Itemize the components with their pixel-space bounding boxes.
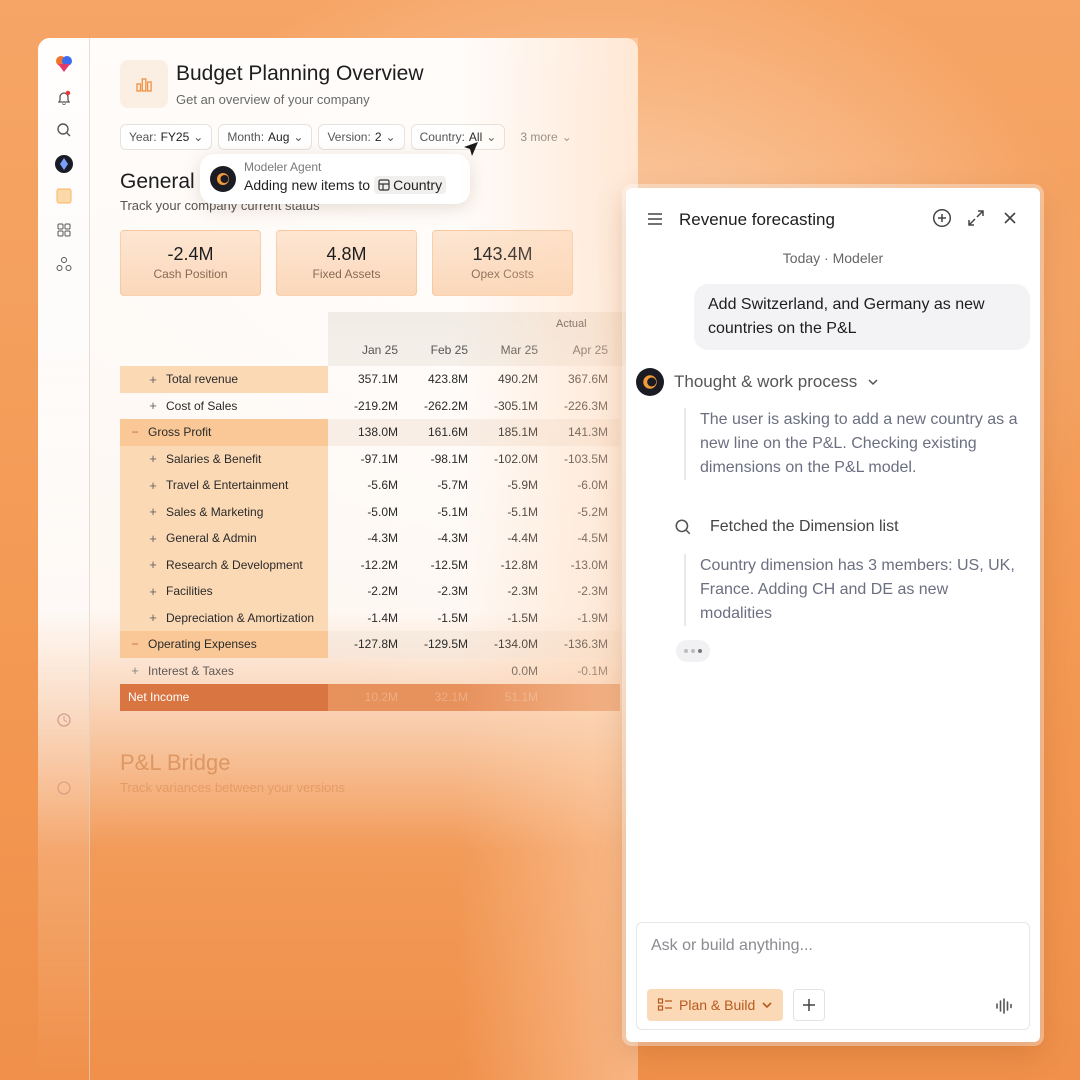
chevron-down-icon: ⌄ [486, 130, 497, 144]
result-text: Country dimension has 3 members: US, UK,… [684, 554, 1024, 626]
general-section-title: General [120, 170, 195, 193]
chat-date: Today · Modeler [782, 250, 884, 266]
thought-text: The user is asking to add a new country … [684, 408, 1024, 480]
table-row[interactable]: + Travel & Entertainment -5.6M -5.7M -5.9M -6… [120, 472, 620, 499]
nav-rail [38, 38, 90, 1080]
chat-header: Revenue forecasting [626, 188, 1040, 250]
expand-icon: + [149, 504, 157, 520]
menu-icon[interactable] [646, 210, 664, 228]
chat-title: Revenue forecasting [679, 210, 835, 229]
table-row[interactable]: + Interest & Taxes 0.0M -0.1M [120, 658, 620, 685]
chevron-down-icon: ⌄ [561, 130, 572, 144]
chat-input[interactable] [651, 937, 1011, 955]
filter-year[interactable]: Year: FY25 ⌄ [120, 124, 213, 150]
chevron-down-icon: ⌄ [385, 130, 396, 144]
pl-header [328, 312, 638, 366]
page-subtitle: Get an overview of your company [176, 92, 370, 107]
table-row[interactable]: + Salaries & Benefit -97.1M -98.1M -102.0M -1… [120, 445, 620, 472]
expand-icon: + [149, 371, 157, 387]
chevron-down-icon [868, 379, 878, 386]
add-attachment-button[interactable] [793, 989, 825, 1021]
pl-header-actual: Actual [556, 318, 587, 330]
table-row[interactable]: + Facilities -2.2M -2.3M -2.3M -2.3M [120, 578, 620, 605]
chevron-down-icon: ⌄ [193, 130, 204, 144]
table-row[interactable]: Net Income 10.2M 32.1M 51.1M [120, 684, 620, 711]
kpi-card[interactable]: -2.4M Cash Position [120, 230, 261, 296]
table-row[interactable]: + Research & Development -12.2M -12.5M -12.8… [120, 551, 620, 578]
filter-country[interactable]: Country: All ⌄ [410, 124, 506, 150]
expand-icon: + [131, 663, 139, 679]
expand-icon: + [149, 583, 157, 599]
typing-indicator [676, 640, 710, 662]
notification-bell-icon[interactable] [54, 88, 74, 108]
sheet-icon[interactable] [54, 186, 74, 206]
cursor-icon [464, 142, 478, 156]
chevron-down-icon: ⌄ [293, 130, 304, 144]
apps-grid-icon[interactable] [54, 220, 74, 240]
help-icon[interactable] [54, 778, 74, 798]
expand-icon: + [149, 557, 157, 573]
chevron-down-icon [762, 1002, 772, 1009]
filter-version[interactable]: Version: 2 ⌄ [318, 124, 405, 150]
close-icon[interactable] [1000, 208, 1020, 228]
modeler-agent-tooltip: Modeler Agent Adding new items to Countr… [200, 154, 470, 204]
checklist-icon [657, 998, 672, 1011]
modeler-agent-icon[interactable] [54, 154, 74, 174]
kpi-row: -2.4M Cash Position 4.8M Fixed Assets 143.… [120, 230, 573, 296]
app-logo-icon[interactable] [54, 54, 74, 74]
chat-composer: Plan & Build [636, 922, 1030, 1030]
agent-message: Adding new items to Country [244, 176, 460, 194]
search-icon [675, 519, 691, 535]
fetch-step: Fetched the Dimension list [674, 518, 899, 536]
search-icon[interactable] [54, 120, 74, 140]
pl-month-headers: Jan 25 Feb 25 Mar 25 Apr 25 [361, 343, 608, 357]
bridge-section-title: P&L Bridge [120, 750, 231, 775]
expand-icon: + [149, 398, 157, 414]
history-icon[interactable] [54, 710, 74, 730]
thought-label: Thought & work process [674, 372, 858, 391]
network-icon[interactable] [54, 254, 74, 274]
new-chat-plus-icon[interactable] [932, 208, 952, 228]
agent-avatar-icon [210, 166, 236, 192]
chat-panel: Revenue forecasting Today · Modeler Add … [626, 188, 1040, 1042]
agent-name: Modeler Agent [244, 160, 322, 174]
expand-icon[interactable] [966, 208, 986, 228]
collapse-icon: − [131, 637, 139, 652]
table-row[interactable]: + General & Admin -4.3M -4.3M -4.4M -4.5M [120, 525, 620, 552]
dimension-icon [378, 179, 390, 191]
filter-month[interactable]: Month: Aug ⌄ [218, 124, 313, 150]
app-window: Budget Planning Overview Get an overview… [38, 38, 638, 1080]
table-row[interactable]: + Depreciation & Amortization -1.4M -1.5M -1… [120, 604, 620, 631]
thought-toggle[interactable]: Thought & work process [636, 368, 879, 396]
table-row[interactable]: − Operating Expenses -127.8M -129.5M -134.0M… [120, 631, 620, 658]
table-row[interactable]: − Gross Profit 138.0M 161.6M 185.1M 141.3M [120, 419, 620, 446]
plan-build-button[interactable]: Plan & Build [647, 989, 784, 1021]
expand-icon: + [149, 610, 157, 626]
page-title: Budget Planning Overview [176, 62, 424, 85]
voice-input-icon[interactable] [993, 995, 1015, 1017]
collapse-icon: − [131, 425, 139, 440]
table-row[interactable]: + Cost of Sales -219.2M -262.2M -305.1M -226.… [120, 393, 620, 420]
page-chart-icon [120, 60, 168, 108]
country-chip: Country [374, 176, 447, 194]
expand-icon: + [149, 477, 157, 493]
table-row[interactable]: + Total revenue 357.1M 423.8M 490.2M 367.6M [120, 366, 620, 393]
table-row[interactable]: + Sales & Marketing -5.0M -5.1M -5.1M -5.2M [120, 498, 620, 525]
kpi-card[interactable]: 143.4M Opex Costs [432, 230, 573, 296]
kpi-card[interactable]: 4.8M Fixed Assets [276, 230, 417, 296]
plus-icon [803, 999, 815, 1011]
filter-bar: Year: FY25 ⌄ Month: Aug ⌄ Version: 2 ⌄ Coun… [120, 124, 581, 150]
filter-more[interactable]: 3 more ⌄ [511, 124, 580, 150]
expand-icon: + [149, 451, 157, 467]
agent-avatar-icon [636, 368, 664, 396]
user-message-bubble: Add Switzerland, and Germany as new coun… [694, 284, 1030, 350]
bridge-section-subtitle: Track variances between your versions [120, 780, 345, 795]
expand-icon: + [149, 530, 157, 546]
fetch-label: Fetched the Dimension list [710, 518, 899, 535]
